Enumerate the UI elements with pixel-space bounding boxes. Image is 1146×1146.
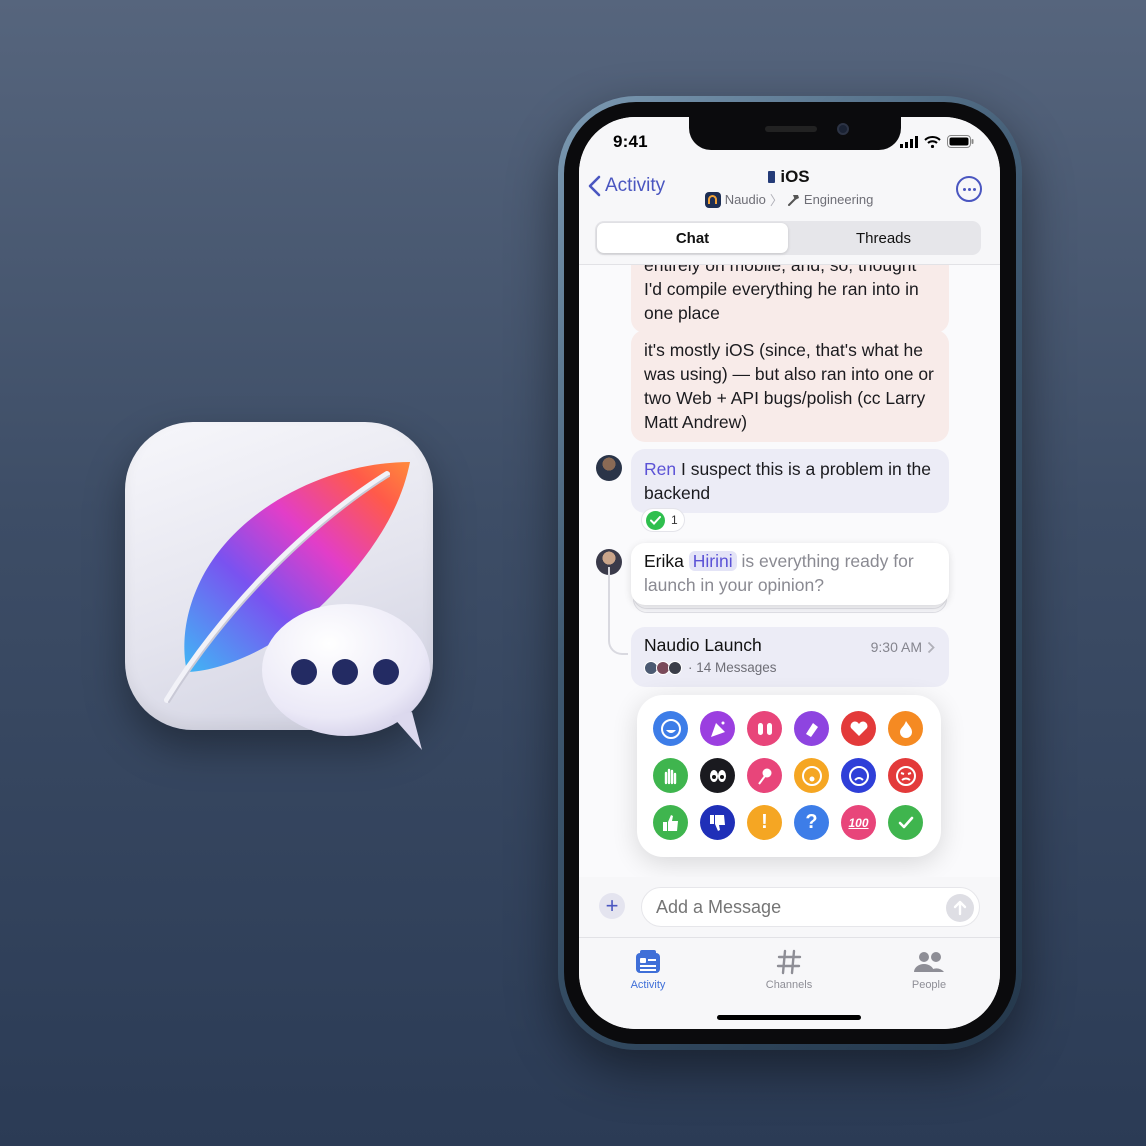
tab-chat[interactable]: Chat (597, 223, 788, 253)
message-input[interactable] (641, 887, 980, 927)
thread-summary-card[interactable]: Naudio Launch 9:30 AM · 14 Messages (631, 627, 949, 687)
thread-connector (608, 567, 628, 655)
surprised-icon[interactable] (794, 758, 829, 793)
message-bubble: it's mostly iOS (since, that's what he w… (631, 330, 949, 442)
hashtag-icon (776, 949, 802, 975)
thread-time-label: 9:30 AM (870, 639, 922, 655)
fire-icon[interactable] (888, 711, 923, 746)
rose-icon[interactable] (747, 758, 782, 793)
thread-participants: · 14 Messages (644, 660, 936, 675)
breadcrumb-workspace: Naudio (724, 192, 766, 207)
tab-bar: Activity Channels People (579, 937, 1000, 1029)
raised-hands-icon[interactable] (747, 711, 782, 746)
mention[interactable]: Hirini (688, 551, 737, 571)
back-button[interactable]: Activity (587, 175, 665, 197)
thread-parent-card[interactable]: Erika Hirini is everything ready for lau… (631, 543, 949, 613)
battery-icon (947, 135, 974, 148)
thumbs-down-icon[interactable] (700, 805, 735, 840)
hammer-icon (787, 195, 799, 206)
tab-activity[interactable]: Activity (598, 948, 698, 991)
chevron-left-icon (588, 175, 601, 197)
arrow-up-icon (953, 900, 967, 916)
breadcrumb: Naudio 〉 Engineering (689, 190, 889, 209)
message-text: is everything ready for launch in your o… (644, 551, 914, 595)
wifi-icon (924, 135, 941, 148)
chat-message-list[interactable]: entirely on mobile, and, so, thought I'd… (579, 265, 1000, 937)
add-attachment-button[interactable]: + (599, 893, 625, 919)
party-popper-icon[interactable] (700, 711, 735, 746)
tab-threads[interactable]: Threads (788, 223, 979, 253)
checkmark-icon[interactable] (888, 805, 923, 840)
signal-icon (900, 135, 918, 148)
notch (689, 117, 901, 150)
exclamation-icon[interactable]: ! (747, 805, 782, 840)
people-icon (914, 952, 944, 972)
navigation-header: 9:41 Activity iOS Naudio 〉 Engineering C… (579, 117, 1000, 265)
reaction-count: 1 (671, 513, 678, 527)
avatar[interactable] (596, 455, 622, 481)
message-text: I suspect this is a problem in the backe… (644, 459, 931, 503)
channel-title-group[interactable]: iOS Naudio 〉 Engineering (689, 167, 889, 209)
activity-icon (636, 950, 660, 973)
back-label: Activity (605, 175, 666, 196)
tab-people[interactable]: People (879, 948, 979, 991)
breadcrumb-separator-icon: 〉 (769, 193, 783, 208)
message-composer: + (579, 877, 1000, 937)
status-time: 9:41 (613, 132, 648, 151)
clapping-icon[interactable] (794, 711, 829, 746)
chevron-right-icon (927, 641, 935, 653)
message-author: Erika (644, 551, 684, 571)
mention[interactable]: Ren (644, 459, 676, 479)
angry-icon[interactable] (888, 758, 923, 793)
phone-tag-icon (768, 171, 776, 183)
sad-icon[interactable] (841, 758, 876, 793)
checkmark-icon (646, 510, 665, 530)
chat-threads-segmented-control: Chat Threads (595, 221, 981, 255)
phone-screen: 9:41 Activity iOS Naudio 〉 Engineering C… (579, 117, 1000, 1029)
channel-name: iOS (780, 167, 810, 186)
breadcrumb-section: Engineering (803, 192, 874, 207)
reaction-pill[interactable]: 1 (641, 508, 685, 532)
message-bubble: Ren I suspect this is a problem in the b… (631, 449, 949, 513)
send-button[interactable] (946, 894, 974, 922)
naudio-logo-icon (704, 191, 721, 208)
chat-bubble-icon (262, 604, 432, 754)
laughing-icon[interactable] (653, 711, 688, 746)
thread-message-count: · 14 Messages (688, 660, 777, 675)
home-indicator (717, 1015, 861, 1020)
wave-icon[interactable] (653, 758, 688, 793)
tab-channels[interactable]: Channels (739, 948, 839, 991)
status-icons (900, 135, 974, 148)
thumbs-up-icon[interactable] (653, 805, 688, 840)
heart-icon[interactable] (841, 711, 876, 746)
thread-time: 9:30 AM (871, 639, 935, 655)
channel-title: iOS (689, 167, 889, 187)
tab-label: Channels (765, 979, 813, 991)
hundred-icon[interactable]: 100 (841, 805, 876, 840)
reaction-picker: ! ? 100 (637, 695, 941, 857)
avatar (668, 660, 682, 675)
eyes-icon[interactable] (700, 758, 735, 793)
tab-label: People (911, 979, 947, 991)
question-icon[interactable]: ? (794, 805, 829, 840)
more-options-button[interactable] (956, 176, 982, 202)
tab-label: Activity (630, 979, 666, 991)
message-bubble: entirely on mobile, and, so, thought I'd… (631, 265, 949, 333)
